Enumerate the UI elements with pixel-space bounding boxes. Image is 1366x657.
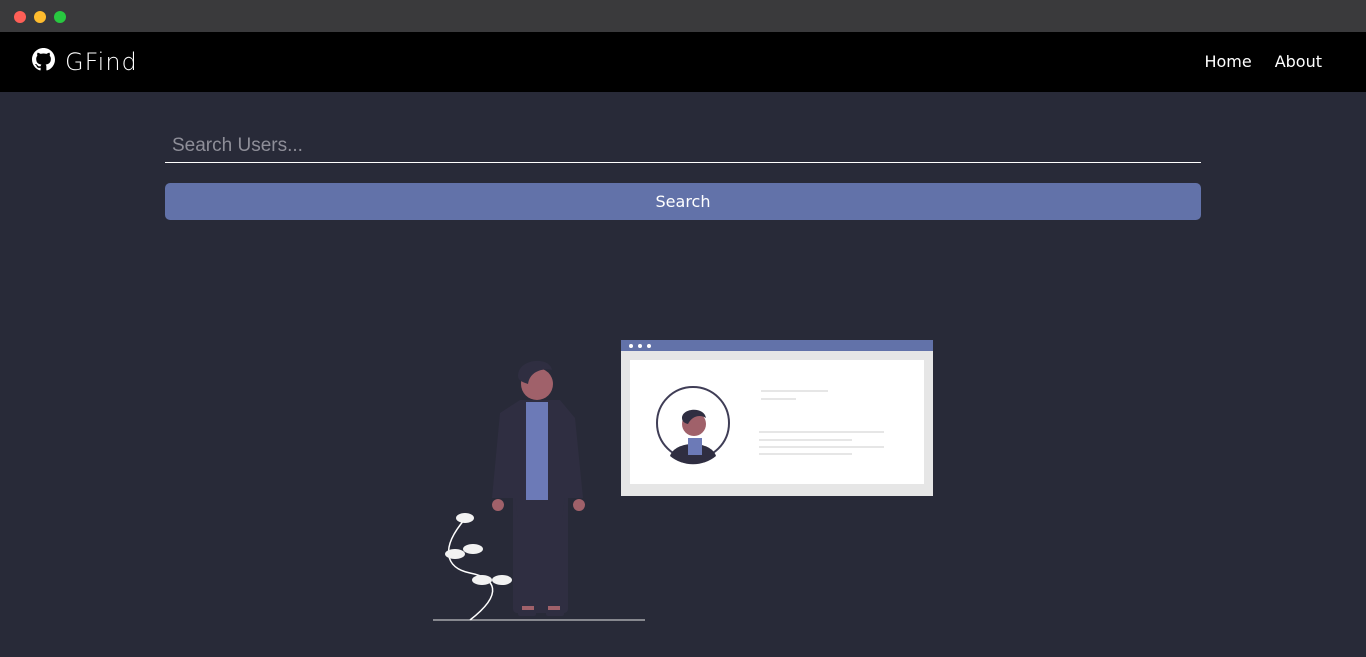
github-icon (32, 48, 55, 76)
plant-icon (445, 513, 512, 621)
brand-title: GFind (65, 48, 138, 76)
main-content: Search (0, 92, 1366, 657)
search-button[interactable]: Search (165, 183, 1201, 220)
window-titlebar (0, 0, 1366, 32)
brand-link[interactable]: GFind (32, 47, 138, 77)
navbar: GFind Home About (0, 32, 1366, 92)
search-users-input[interactable] (165, 129, 1201, 163)
browser-window-illustration (621, 340, 933, 496)
nav-link-home[interactable]: Home (1204, 52, 1251, 71)
profile-search-illustration (433, 340, 933, 621)
nav-links: Home About (1204, 52, 1322, 71)
window-maximize-button[interactable] (54, 11, 66, 23)
nav-link-about[interactable]: About (1275, 52, 1322, 71)
window-minimize-button[interactable] (34, 11, 46, 23)
window-close-button[interactable] (14, 11, 26, 23)
